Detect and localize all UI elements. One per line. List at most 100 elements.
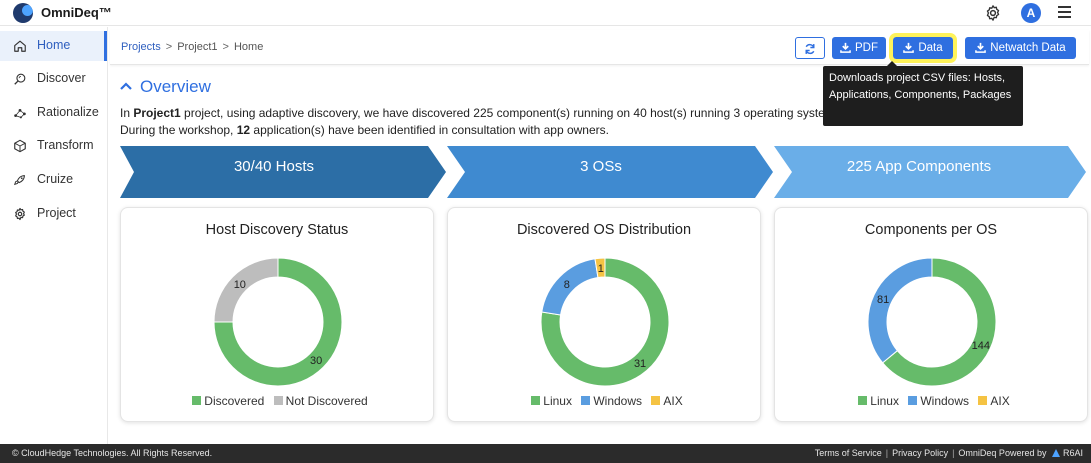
legend-discovered[interactable]: Discovered — [204, 394, 264, 408]
breadcrumb-separator-icon: > — [222, 41, 229, 53]
breadcrumb-bar: Projects > Project1 > Home PDF Data Netwatch… — [110, 30, 1089, 65]
os-distribution-donut: 31 8 1 — [540, 257, 670, 387]
data-label: 30 — [310, 355, 322, 367]
home-icon — [14, 40, 26, 52]
sidebar-item-discover[interactable]: Discover — [0, 64, 107, 94]
netwatch-button-label: Netwatch Data — [990, 42, 1066, 54]
overview-summary: In Project1 project, using adaptive disc… — [120, 105, 849, 139]
legend-swatch — [581, 396, 591, 405]
refresh-icon — [805, 43, 815, 55]
data-label: 8 — [564, 279, 570, 291]
data-label: 144 — [972, 340, 990, 352]
sidebar-item-rationalize[interactable]: Rationalize — [0, 98, 107, 128]
card-title: Discovered OS Distribution — [516, 222, 692, 238]
data-button-label: Data — [918, 42, 943, 54]
chevron-os-label: 3 OSs — [580, 158, 622, 175]
legend-swatch — [858, 396, 868, 405]
app-title: OmniDeq™ — [41, 5, 112, 20]
summary-line-2: During the workshop, 12 application(s) h… — [120, 123, 609, 137]
host-discovery-donut: 30 10 — [213, 257, 343, 387]
card-title: Host Discovery Status — [205, 222, 349, 238]
download-netwatch-data-button[interactable]: Netwatch Data — [965, 37, 1076, 59]
pdf-button-label: PDF — [855, 42, 878, 54]
donut-slice-not-discovered[interactable] — [213, 257, 279, 323]
r6ai-logo-icon — [1051, 449, 1060, 457]
copyright-text: © CloudHedge Technologies. All Rights Re… — [12, 448, 213, 458]
refresh-button[interactable] — [795, 37, 825, 59]
legend-swatch — [978, 396, 988, 405]
overview-title: Overview — [140, 77, 211, 96]
discover-icon — [14, 73, 26, 85]
breadcrumb-project1-link[interactable]: Project1 — [177, 41, 217, 53]
hamburger-menu-icon[interactable] — [1058, 6, 1071, 18]
data-label: 1 — [598, 263, 604, 275]
chevron-components-label: 225 App Components — [846, 158, 992, 175]
sidebar-item-label: Rationalize — [37, 105, 99, 119]
data-label: 10 — [234, 279, 246, 291]
sidebar-item-label: Cruize — [37, 172, 74, 186]
chevron-hosts-label: 30/40 Hosts — [233, 158, 315, 175]
cruize-icon — [13, 175, 25, 186]
sidebar-item-transform[interactable]: Transform — [0, 131, 107, 161]
sidebar: Home Discover Rationalize Transform Crui… — [0, 27, 108, 444]
data-download-tooltip: Downloads project CSV files: Hosts, Appl… — [823, 61, 1023, 126]
legend-linux[interactable]: Linux — [870, 394, 899, 408]
card-title: Components per OS — [864, 222, 998, 238]
legend-not-discovered[interactable]: Not Discovered — [286, 394, 368, 408]
legend-swatch — [273, 396, 283, 405]
application-count: 12 — [236, 123, 251, 137]
chevron-up-icon — [120, 82, 132, 90]
download-icon — [903, 42, 915, 53]
breadcrumb-separator-icon: > — [165, 41, 173, 53]
summary-line-1: In Project1 project, using adaptive disc… — [120, 106, 849, 120]
legend: Discovered Not Discovered — [121, 394, 433, 408]
host-discovery-card: Host Discovery Status 30 10 Discovered No… — [120, 207, 434, 422]
legend-windows[interactable]: Windows — [920, 394, 969, 408]
footer-links: Terms of Service | Privacy Policy | OmniDeq … — [814, 448, 1083, 458]
legend-linux[interactable]: Linux — [543, 394, 572, 408]
components-per-os-card: Components per OS 144 81 Linux Windows AI… — [774, 207, 1088, 422]
legend-aix[interactable]: AIX — [663, 394, 682, 408]
project-name: Project1 — [133, 106, 181, 120]
omnideq-logo[interactable] — [13, 3, 33, 23]
sidebar-item-label: Discover — [37, 71, 86, 85]
os-distribution-card: Discovered OS Distribution 31 8 1 Linux Wi… — [447, 207, 761, 422]
overview-toggle[interactable]: Overview — [120, 77, 211, 97]
privacy-policy-link[interactable]: Privacy Policy — [892, 448, 948, 458]
brand-name: R6AI — [1062, 448, 1083, 458]
legend: Linux Windows AIX — [775, 394, 1087, 408]
sidebar-item-label: Home — [37, 38, 71, 52]
legend-swatch — [651, 396, 661, 405]
download-data-button[interactable]: Data — [889, 33, 957, 63]
legend-swatch — [192, 396, 202, 405]
components-per-os-donut: 144 81 — [867, 257, 997, 387]
breadcrumb-current: Home — [233, 41, 264, 53]
sidebar-item-label: Transform — [37, 138, 94, 152]
sidebar-item-home[interactable]: Home — [0, 31, 107, 61]
download-icon — [975, 42, 987, 53]
legend: Linux Windows AIX — [448, 394, 760, 408]
powered-by-text: OmniDeq Powered by — [958, 448, 1047, 458]
rationalize-icon — [14, 108, 26, 119]
legend-swatch — [531, 396, 541, 405]
legend-aix[interactable]: AIX — [990, 394, 1009, 408]
terms-of-service-link[interactable]: Terms of Service — [815, 448, 882, 458]
data-label: 81 — [877, 294, 889, 306]
breadcrumb: Projects > Project1 > Home — [121, 41, 263, 53]
legend-swatch — [908, 396, 918, 405]
legend-windows[interactable]: Windows — [593, 394, 642, 408]
breadcrumb-projects-link[interactable]: Projects — [121, 41, 161, 53]
sidebar-item-cruize[interactable]: Cruize — [0, 165, 107, 195]
settings-gear-icon[interactable] — [984, 4, 1002, 22]
download-pdf-button[interactable]: PDF — [832, 37, 886, 59]
sidebar-item-project[interactable]: Project — [0, 199, 107, 229]
user-avatar[interactable]: A — [1021, 3, 1041, 23]
sidebar-item-label: Project — [37, 206, 76, 220]
project-gear-icon — [15, 207, 25, 221]
donut-slice-windows[interactable] — [867, 257, 933, 364]
download-icon — [840, 42, 851, 53]
top-bar: OmniDeq™ A — [0, 0, 1091, 26]
data-label: 31 — [634, 358, 646, 370]
transform-icon — [14, 139, 26, 153]
footer: © CloudHedge Technologies. All Rights Re… — [0, 444, 1091, 463]
